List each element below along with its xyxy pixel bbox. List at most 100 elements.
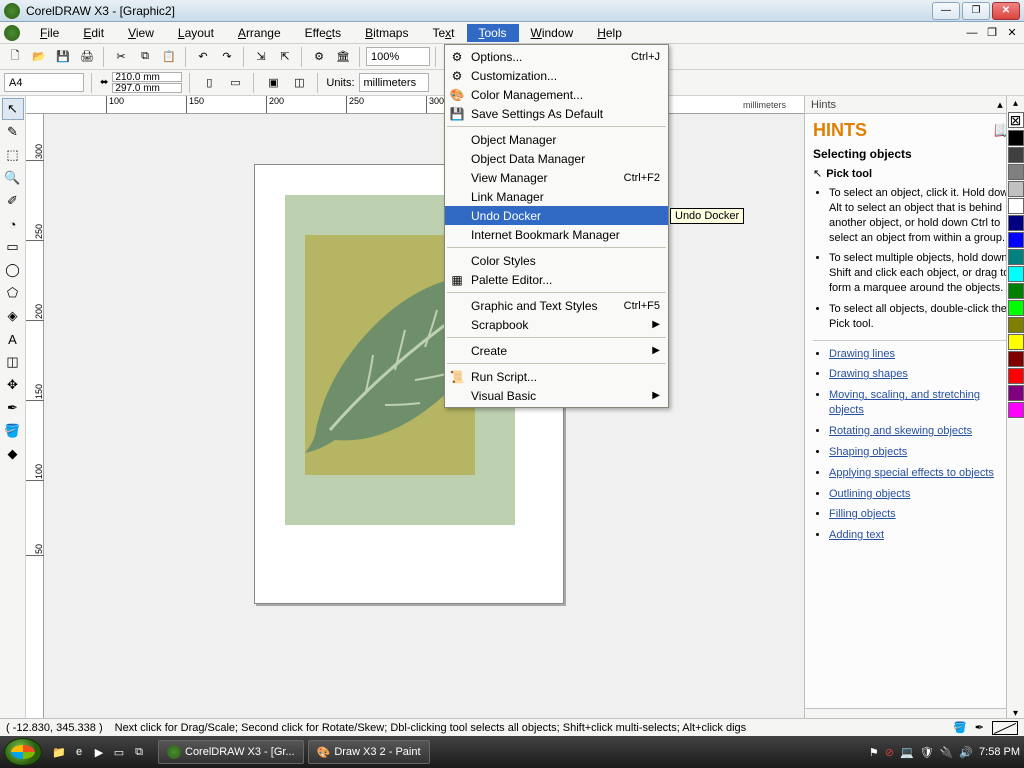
palette-color-5[interactable] [1008,215,1024,231]
palette-color-9[interactable] [1008,283,1024,299]
copy-button[interactable]: ⧉ [134,46,156,68]
palette-color-12[interactable] [1008,334,1024,350]
page-height-input[interactable] [112,83,182,93]
menu-bitmaps[interactable]: Bitmaps [353,24,420,42]
palette-color-4[interactable] [1008,198,1024,214]
menu-run-script[interactable]: 📜Run Script... [445,367,668,386]
link-moving-scaling[interactable]: Moving, scaling, and stretching objects [829,389,980,416]
menu-visual-basic[interactable]: Visual Basic▶ [445,386,668,405]
link-outlining[interactable]: Outlining objects [829,488,910,500]
ql-show-desktop-icon[interactable]: ▭ [110,741,128,763]
doc-minimize-button[interactable]: — [964,26,980,40]
rectangle-tool[interactable]: ▭ [2,236,24,258]
crop-tool[interactable]: ⬚ [2,144,24,166]
task-paint[interactable]: 🎨Draw X3 2 - Paint [308,740,430,764]
minimize-button[interactable]: — [932,2,960,20]
menu-options[interactable]: ⚙Options...Ctrl+J [445,47,668,66]
page-width-input[interactable] [112,72,182,82]
portrait-button[interactable]: ▯ [198,72,220,94]
menu-undo-docker[interactable]: Undo Docker [445,206,668,225]
palette-color-14[interactable] [1008,368,1024,384]
link-effects[interactable]: Applying special effects to objects [829,467,994,479]
task-coreldraw[interactable]: CorelDRAW X3 - [Gr... [158,740,304,764]
import-button[interactable]: ⇲ [250,46,272,68]
menu-window[interactable]: Window [519,24,586,42]
docker-collapse-button[interactable]: ▴ [997,98,1003,111]
palette-color-3[interactable] [1008,181,1024,197]
outline-tool[interactable]: ✒ [2,397,24,419]
welcome-button[interactable]: 🏛 [332,46,354,68]
tray-clock[interactable]: 7:58 PM [979,746,1020,758]
smart-fill-tool[interactable]: ◔ [2,213,24,235]
export-button[interactable]: ⇱ [274,46,296,68]
open-button[interactable]: 📂 [28,46,50,68]
link-filling[interactable]: Filling objects [829,508,896,520]
menu-file[interactable]: FFileile [28,24,71,42]
palette-color-13[interactable] [1008,351,1024,367]
tray-power-icon[interactable]: 🔌 [940,746,954,759]
tray-network-icon[interactable]: 💻 [900,746,914,759]
link-rotating-skewing[interactable]: Rotating and skewing objects [829,425,972,437]
doc-close-button[interactable]: ✕ [1004,26,1020,40]
start-button[interactable] [4,738,42,766]
new-button[interactable]: 🗋 [4,46,26,68]
menu-text[interactable]: Text [420,24,466,42]
tray-updates-icon[interactable]: 🛡 [920,746,934,759]
canvas[interactable] [44,114,804,718]
no-fill-swatch[interactable] [992,721,1018,735]
paper-size-input[interactable] [4,73,84,92]
menu-scrapbook[interactable]: Scrapbook▶ [445,315,668,334]
menu-graphic-text-styles[interactable]: Graphic and Text StylesCtrl+F5 [445,296,668,315]
menu-create[interactable]: Create▶ [445,341,668,360]
maximize-button[interactable]: ❐ [962,2,990,20]
ellipse-tool[interactable]: ◯ [2,259,24,281]
palette-color-0[interactable] [1008,130,1024,146]
palette-up-button[interactable]: ▴ [1007,96,1024,111]
outline-indicator-icon[interactable]: ✒ [975,721,984,734]
menu-view-manager[interactable]: View ManagerCtrl+F2 [445,168,668,187]
facing-pages-button[interactable]: ◫ [288,72,310,94]
zoom-input[interactable] [366,47,430,66]
palette-color-15[interactable] [1008,385,1024,401]
link-drawing-shapes[interactable]: Drawing shapes [829,368,908,380]
ql-ie-icon[interactable]: e [70,741,88,763]
palette-color-7[interactable] [1008,249,1024,265]
tray-volume-icon[interactable]: 🔊 [959,746,973,759]
fill-indicator-icon[interactable]: 🪣 [953,721,967,734]
menu-arrange[interactable]: Arrange [226,24,293,42]
palette-no-color[interactable]: ⊠ [1008,112,1024,128]
freehand-tool[interactable]: ✐ [2,190,24,212]
pick-tool[interactable]: ↖ [2,98,24,120]
menu-help[interactable]: Help [585,24,634,42]
basic-shapes-tool[interactable]: ◈ [2,305,24,327]
menu-color-styles[interactable]: Color Styles [445,251,668,270]
link-shaping[interactable]: Shaping objects [829,446,907,458]
undo-button[interactable]: ↶ [192,46,214,68]
menu-customization[interactable]: ⚙Customization... [445,66,668,85]
link-adding-text[interactable]: Adding text [829,529,884,541]
ql-media-icon[interactable]: ▶ [90,741,108,763]
menu-edit[interactable]: Edit [71,24,116,42]
menu-layout[interactable]: Layout [166,24,226,42]
menu-object-data-manager[interactable]: Object Data Manager [445,149,668,168]
menu-save-defaults[interactable]: 💾Save Settings As Default [445,104,668,123]
fill-tool[interactable]: 🪣 [2,420,24,442]
menu-view[interactable]: View [116,24,166,42]
menu-effects[interactable]: Effects [293,24,353,42]
palette-color-6[interactable] [1008,232,1024,248]
menu-bookmark-manager[interactable]: Internet Bookmark Manager [445,225,668,244]
page-layout-button[interactable]: ▣ [262,72,284,94]
menu-object-manager[interactable]: Object Manager [445,130,668,149]
units-input[interactable] [359,73,429,92]
menu-palette-editor[interactable]: ▦Palette Editor... [445,270,668,289]
app-launcher-button[interactable]: ⚙ [308,46,330,68]
zoom-tool[interactable]: 🔍 [2,167,24,189]
polygon-tool[interactable]: ⬠ [2,282,24,304]
text-tool[interactable]: A [2,328,24,350]
cut-button[interactable]: ✂ [110,46,132,68]
menu-link-manager[interactable]: Link Manager [445,187,668,206]
tray-shield-icon[interactable]: ⊘ [885,746,894,759]
doc-restore-button[interactable]: ❐ [984,26,1000,40]
palette-color-10[interactable] [1008,300,1024,316]
redo-button[interactable]: ↷ [216,46,238,68]
